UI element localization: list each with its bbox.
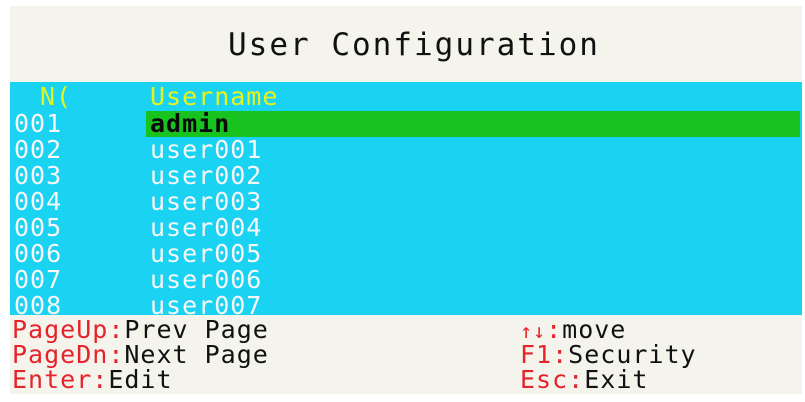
key-help-footer: PageUp:Prev Page PageDn:Next Page Enter:…	[10, 315, 802, 394]
table-row[interactable]: 007 user006	[10, 267, 802, 293]
row-number: 003	[14, 161, 63, 190]
hint-separator: :	[92, 365, 109, 394]
key-esc: Esc	[520, 365, 569, 394]
hint-edit: Edit	[108, 365, 173, 394]
table-row[interactable]: 003 user002	[10, 163, 802, 189]
table-row[interactable]: 006 user005	[10, 241, 802, 267]
hint-exit: Exit	[584, 365, 649, 394]
row-username: user006	[150, 265, 263, 294]
table-row[interactable]: 001 admin	[10, 111, 802, 137]
row-username: user001	[150, 135, 263, 164]
user-table: N( Username 001 admin 002 user001 003 us…	[10, 82, 802, 319]
hint-separator: :	[568, 365, 585, 394]
column-header-username: Username	[150, 82, 279, 111]
hint-enter[interactable]: Enter:Edit	[12, 367, 173, 393]
table-header-row: N( Username	[10, 84, 802, 110]
row-username: user005	[150, 239, 263, 268]
row-number: 002	[14, 135, 63, 164]
row-number: 005	[14, 213, 63, 242]
row-username: user002	[150, 161, 263, 190]
page-title: User Configuration	[228, 27, 600, 63]
user-configuration-screen: User Configuration N( Username 001 admin…	[10, 6, 802, 394]
key-enter: Enter	[12, 365, 93, 394]
hint-esc[interactable]: Esc:Exit	[520, 367, 648, 393]
column-header-number: N(	[40, 82, 73, 111]
table-row[interactable]: 002 user001	[10, 137, 802, 163]
table-row[interactable]: 004 user003	[10, 189, 802, 215]
row-number: 006	[14, 239, 63, 268]
row-number: 001	[14, 109, 63, 138]
table-row[interactable]: 005 user004	[10, 215, 802, 241]
row-number: 004	[14, 187, 63, 216]
row-username: admin	[146, 111, 800, 137]
row-username: user004	[150, 213, 263, 242]
title-bar: User Configuration	[10, 6, 802, 80]
row-username: user003	[150, 187, 263, 216]
row-number: 007	[14, 265, 63, 294]
